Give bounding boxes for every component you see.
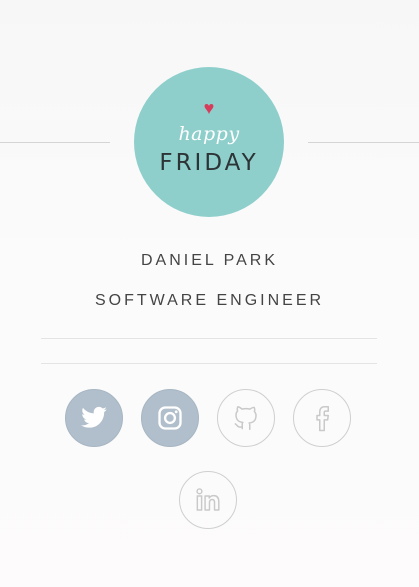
- github-button[interactable]: [217, 389, 275, 447]
- instagram-icon: [158, 406, 182, 430]
- avatar: ♥ happy FRIDAY: [134, 67, 284, 217]
- twitter-button[interactable]: [65, 389, 123, 447]
- header-divider-right: [308, 142, 419, 143]
- facebook-icon: [316, 406, 329, 432]
- avatar-text-friday: FRIDAY: [159, 150, 259, 176]
- linkedin-icon: [196, 488, 220, 511]
- instagram-button[interactable]: [141, 389, 199, 447]
- profile-role: SOFTWARE ENGINEER: [94, 292, 325, 309]
- github-icon: [234, 406, 257, 430]
- twitter-icon: [81, 406, 107, 428]
- header-divider-left: [0, 142, 110, 143]
- divider-top: [41, 338, 377, 339]
- facebook-button[interactable]: [293, 389, 351, 447]
- profile-name: DANIEL PARK: [140, 252, 279, 269]
- heart-icon: ♥: [203, 98, 215, 118]
- avatar-text-happy: happy: [178, 123, 240, 145]
- linkedin-button[interactable]: [179, 471, 237, 529]
- divider-bottom: [41, 363, 377, 364]
